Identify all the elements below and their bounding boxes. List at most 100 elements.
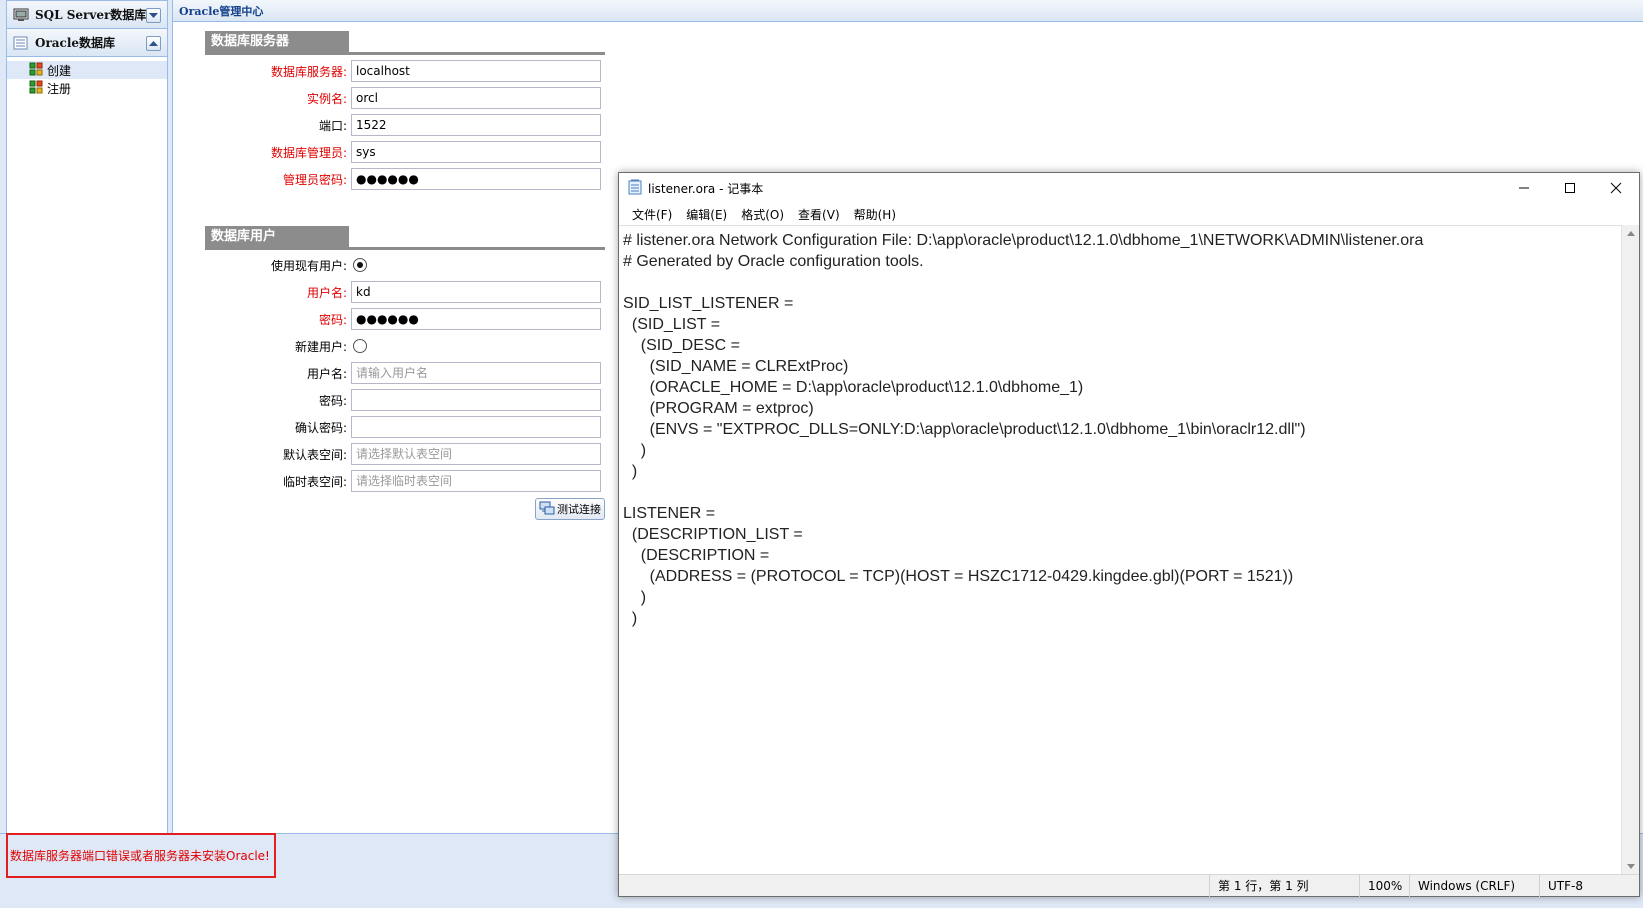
text-line: (SID_LIST = <box>623 316 721 333</box>
text-line <box>623 482 1621 503</box>
encoding: UTF-8 <box>1539 875 1639 897</box>
node-tree-icon <box>29 62 43 79</box>
page-title: Oracle管理中心 <box>173 0 1643 22</box>
text-line: (DESCRIPTION_LIST = <box>623 526 803 543</box>
text-line: (ORACLE_HOME = D:\app\oracle\product\12.… <box>623 379 1084 396</box>
server-input[interactable]: localhost <box>351 60 601 82</box>
notepad-text-area[interactable]: # listener.ora Network Configuration Fil… <box>619 225 1621 875</box>
use-existing-row: 使用现有用户: <box>205 254 605 276</box>
user-section-header: 数据库用户 <box>205 225 605 250</box>
instance-field-row: 实例名: orcl <box>205 87 605 109</box>
menu-help[interactable]: 帮助(H) <box>847 206 903 223</box>
username-label: 用户名: <box>306 285 347 300</box>
close-icon[interactable] <box>1593 173 1639 203</box>
sidebar-item-label: 注册 <box>47 81 72 96</box>
port-field-row: 端口: 1522 <box>205 114 605 136</box>
text-line: ) <box>623 442 647 459</box>
test-connection-button[interactable]: 测试连接 <box>535 498 605 520</box>
instance-label: 实例名: <box>306 91 347 106</box>
notepad-title: listener.ora - 记事本 <box>648 181 764 196</box>
server-label: 数据库服务器: <box>270 64 347 79</box>
menu-edit[interactable]: 编辑(E) <box>679 206 734 223</box>
test-connection-label: 测试连接 <box>557 503 601 516</box>
text-line: # Generated by Oracle configuration tool… <box>623 253 924 270</box>
window-controls <box>1501 173 1639 203</box>
sqlserver-accordion-label: SQL Server数据库 <box>35 8 147 22</box>
new-user-radio[interactable] <box>353 339 367 353</box>
text-line <box>623 272 1621 293</box>
cursor-position: 第 1 行，第 1 列 <box>1209 875 1359 897</box>
text-line: ) <box>623 610 638 627</box>
line-ending: Windows (CRLF) <box>1409 875 1539 897</box>
instance-input[interactable]: orcl <box>351 87 601 109</box>
text-line: ) <box>623 589 647 606</box>
scroll-down-icon[interactable] <box>1622 858 1640 875</box>
menu-format[interactable]: 格式(O) <box>734 206 791 223</box>
new-user-label: 新建用户: <box>294 339 347 354</box>
port-input[interactable]: 1522 <box>351 114 601 136</box>
vertical-scrollbar[interactable] <box>1621 225 1639 875</box>
new-username-field-row: 用户名: 请输入用户名 <box>205 362 605 384</box>
use-existing-radio[interactable] <box>353 258 367 272</box>
admin-input[interactable]: sys <box>351 141 601 163</box>
menu-view[interactable]: 查看(V) <box>791 206 847 223</box>
temp-tablespace-row: 临时表空间: 请选择临时表空间 <box>205 470 605 492</box>
server-field-row: 数据库服务器: localhost <box>205 60 605 82</box>
password-input[interactable]: ●●●●●● <box>351 308 601 330</box>
notepad-icon <box>628 179 642 198</box>
collapse-toggle-icon[interactable] <box>146 36 161 51</box>
notepad-statusbar: 第 1 行，第 1 列 100% Windows (CRLF) UTF-8 <box>619 874 1639 897</box>
new-username-input[interactable]: 请输入用户名 <box>351 362 601 384</box>
text-line: (SID_NAME = CLRExtProc) <box>623 358 849 375</box>
connection-icon <box>539 501 555 518</box>
database-icon <box>13 8 29 22</box>
notepad-menubar: 文件(F) 编辑(E) 格式(O) 查看(V) 帮助(H) <box>619 203 1639 225</box>
maximize-icon[interactable] <box>1547 173 1593 203</box>
zoom-level: 100% <box>1359 875 1409 897</box>
scroll-up-icon[interactable] <box>1622 225 1640 242</box>
confirm-password-field-row: 确认密码: <box>205 416 605 438</box>
admin-password-input[interactable]: ●●●●●● <box>351 168 601 190</box>
password-label: 密码: <box>318 312 347 327</box>
username-input[interactable]: kd <box>351 281 601 303</box>
sidebar-item-label: 创建 <box>47 63 72 78</box>
sidebar-item-register[interactable]: 注册 <box>7 79 167 97</box>
new-user-row: 新建用户: <box>205 335 605 357</box>
text-line: # listener.ora Network Configuration Fil… <box>623 232 1424 249</box>
sqlserver-accordion-header[interactable]: SQL Server数据库 <box>7 1 167 29</box>
new-password-input[interactable] <box>351 389 601 411</box>
confirm-password-input[interactable] <box>351 416 601 438</box>
minimize-icon[interactable] <box>1501 173 1547 203</box>
admin-label: 数据库管理员: <box>270 145 347 160</box>
admin-password-label: 管理员密码: <box>282 172 347 187</box>
use-existing-label: 使用现有用户: <box>270 258 347 273</box>
error-message: 数据库服务器端口错误或者服务器未安装Oracle! <box>6 833 276 878</box>
node-tree-icon <box>29 80 43 97</box>
oracle-accordion-header[interactable]: Oracle数据库 <box>7 29 167 57</box>
new-password-field-row: 密码: <box>205 389 605 411</box>
notepad-titlebar[interactable]: listener.ora - 记事本 <box>619 173 1639 203</box>
admin-field-row: 数据库管理员: sys <box>205 141 605 163</box>
temp-tablespace-select[interactable]: 请选择临时表空间 <box>351 470 601 492</box>
oracle-db-icon <box>13 36 29 50</box>
text-line: (PROGRAM = extproc) <box>623 400 814 417</box>
text-line: (ENVS = "EXTPROC_DLLS=ONLY:D:\app\oracle… <box>623 421 1306 438</box>
expand-toggle-icon[interactable] <box>146 8 161 23</box>
password-field-row: 密码: ●●●●●● <box>205 308 605 330</box>
oracle-accordion-label: Oracle数据库 <box>35 36 116 50</box>
username-field-row: 用户名: kd <box>205 281 605 303</box>
text-line: (ADDRESS = (PROTOCOL = TCP)(HOST = HSZC1… <box>623 568 1294 585</box>
sidebar-item-create[interactable]: 创建 <box>7 61 167 79</box>
new-password-label: 密码: <box>318 393 347 408</box>
text-line: ) <box>623 463 638 480</box>
temp-tablespace-label: 临时表空间: <box>282 474 347 489</box>
server-section-header: 数据库服务器 <box>205 30 605 55</box>
text-line: LISTENER = <box>623 505 716 522</box>
text-line: SID_LIST_LISTENER = <box>623 295 794 312</box>
left-nav-panel: SQL Server数据库 Oracle数据库 创建 注册 <box>6 0 168 834</box>
default-tablespace-label: 默认表空间: <box>282 447 347 462</box>
default-tablespace-select[interactable]: 请选择默认表空间 <box>351 443 601 465</box>
confirm-password-label: 确认密码: <box>294 420 347 435</box>
menu-file[interactable]: 文件(F) <box>625 206 679 223</box>
oracle-menu-body: 创建 注册 <box>7 57 167 834</box>
